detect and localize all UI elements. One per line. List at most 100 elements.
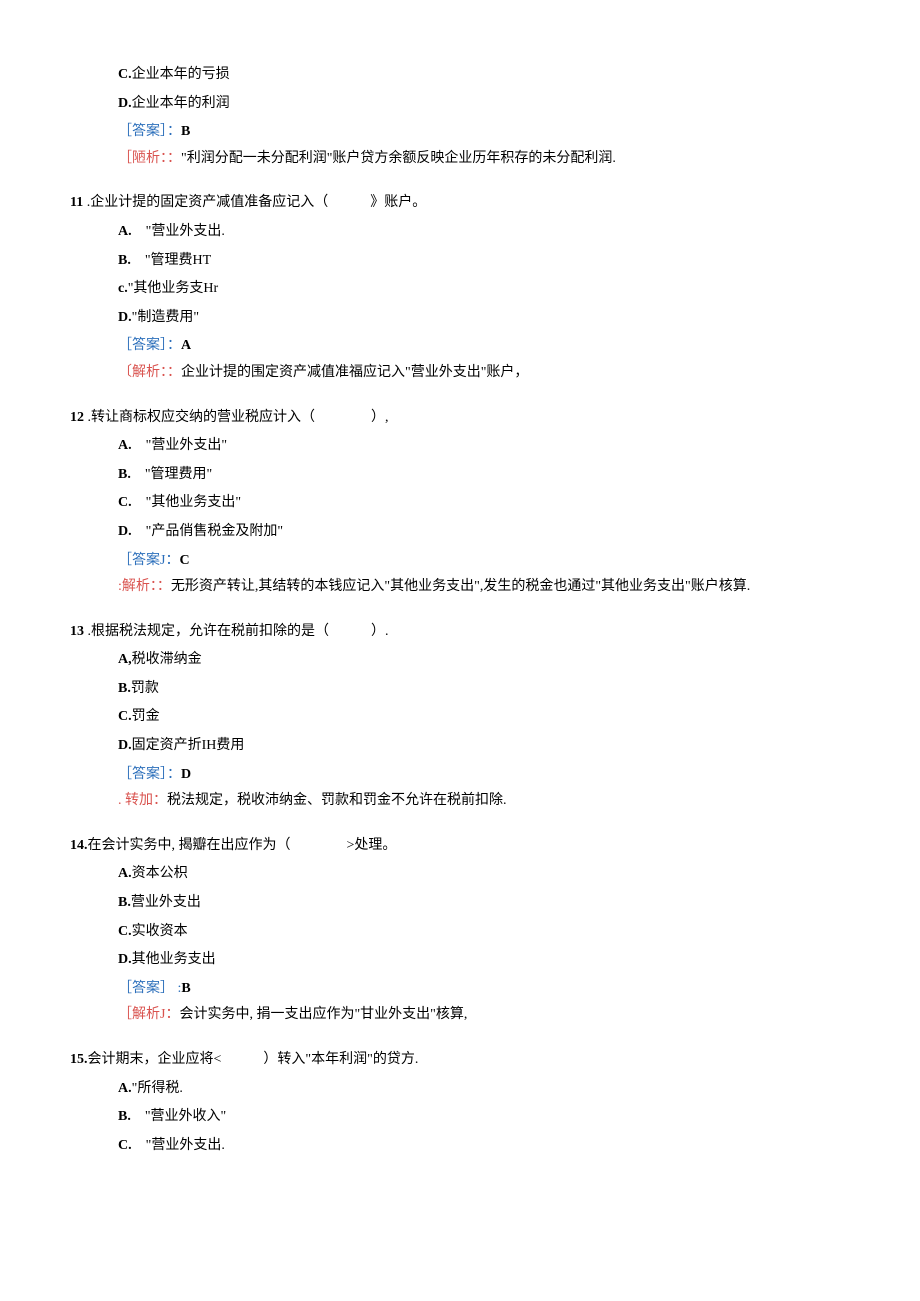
option-label: A. [118,866,132,881]
option-a: A.资本公枳 [118,861,850,888]
option-text: 企业本年的亏损 [132,67,230,82]
option-label: B. [118,1109,131,1124]
option-text: 固定资产折IH费用 [132,738,245,753]
question-11: 11 .企业计提的固定资产减值准备应记入（ 》账户。 A. "营业外支出. B.… [70,190,850,386]
option-label: A. [118,1081,132,1096]
option-list: A. "营业外支出. B. "管理费HT c."其他业务支Hr D."制造费用" [118,219,850,331]
analysis-line: 〔解析：：企业计提的围定资产减值准福应记入"营业外支出"账户， [118,360,850,387]
question-13: 13 .根据税法规定，允许在税前扣除的是（ ）. A,税收滞纳金 B.罚款 C.… [70,619,850,815]
option-a: A."所得税. [118,1076,850,1103]
analysis-text: 会计实务中, 捐一支出应作为"甘业外支出"核算, [179,1007,467,1022]
question-12: 12 .转让商标权应交纳的营业税应计入（ ）, A. "营业外支出" B. "管… [70,405,850,601]
option-label: A. [118,438,132,453]
option-label: B. [118,895,131,910]
analysis-text: 企业计提的围定资产减值准福应记入"营业外支出"账户， [181,365,528,380]
option-text: 资本公枳 [132,866,188,881]
option-text: 其他业务支出 [132,952,216,967]
option-text: "管理费用" [131,467,212,482]
option-c: C.实收资本 [118,919,850,946]
answer-value: C [179,553,189,568]
option-text: "营业外收入" [131,1109,226,1124]
option-label: C. [118,495,132,510]
option-text: 罚金 [132,709,160,724]
option-label: D. [118,96,132,111]
analysis-text: "利润分配一未分配利润"账户贷方余额反映企业历年积存的未分配利润. [181,151,616,166]
option-label: D. [118,952,132,967]
stem-text: .企业计提的固定资产减值准备应记入（ 》账户。 [83,195,426,210]
option-c: C.企业本年的亏损 [118,62,850,89]
analysis-label: . 转加： [118,793,167,808]
option-label: B. [118,681,131,696]
option-list: A,税收滞纳金 B.罚款 C.罚金 D.固定资产折IH费用 [118,647,850,759]
option-c: c."其他业务支Hr [118,276,850,303]
option-text: "制造费用" [132,310,199,325]
analysis-text: 无形资产转让,其结转的本钱应记入"其他业务支出",发生的税金也通过"其他业务支出… [171,579,750,594]
analysis-label: ［解析J： [118,1007,179,1022]
answer-value: A [181,338,191,353]
question-number: 11 [70,195,83,210]
question-stem: 13 .根据税法规定，允许在税前扣除的是（ ）. [70,619,850,646]
analysis-line: ［解析J：会计实务中, 捐一支出应作为"甘业外支出"核算, [118,1002,850,1029]
option-c: C. "其他业务支出" [118,490,850,517]
question-stem: 14.在会计实务中, 揭瓣在出应作为（ >处理。 [70,833,850,860]
option-text: "管理费HT [131,253,211,268]
answer-line: ［答案］ :B [118,976,850,1003]
option-label: D. [118,738,132,753]
option-d: D.企业本年的利润 [118,91,850,118]
option-c: C. "营业外支出. [118,1133,850,1160]
option-b: B.营业外支出 [118,890,850,917]
option-label: C. [118,924,132,939]
option-b: B. "营业外收入" [118,1104,850,1131]
option-list: A.资本公枳 B.营业外支出 C.实收资本 D.其他业务支出 [118,861,850,973]
option-text: "所得税. [132,1081,183,1096]
question-number: 14. [70,838,88,853]
question-15: 15.会计期末，企业应将< ）转入"本年利润"的贷方. A."所得税. B. "… [70,1047,850,1159]
option-text: "其他业务支Hr [128,281,219,296]
option-label: B. [118,253,131,268]
stem-text: 在会计实务中, 揭瓣在出应作为（ >处理。 [88,838,397,853]
answer-line: ［答案］：A [118,333,850,360]
option-a: A. "营业外支出" [118,433,850,460]
option-text: "营业外支出" [132,438,227,453]
option-label: B. [118,467,131,482]
answer-label: ［答案J： [118,553,179,568]
answer-line: ［答案］：D [118,762,850,789]
question-stem: 11 .企业计提的固定资产减值准备应记入（ 》账户。 [70,190,850,217]
option-b: B. "管理费HT [118,248,850,275]
option-label: D. [118,524,132,539]
answer-line: ［答案J：C [118,548,850,575]
option-a: A. "营业外支出. [118,219,850,246]
answer-label: ［答案］ : [118,981,181,996]
option-list: C.企业本年的亏损 D.企业本年的利润 [118,62,850,117]
stem-text: .根据税法规定，允许在税前扣除的是（ ）. [84,624,389,639]
option-label: C. [118,67,132,82]
answer-label: ［答案］： [118,124,181,139]
analysis-line: ［陋析：："利润分配一未分配利润"账户贷方余额反映企业历年积存的未分配利润. [118,146,850,173]
analysis-line: :解析：：无形资产转让,其结转的本钱应记入"其他业务支出",发生的税金也通过"其… [118,574,850,601]
question-number: 13 [70,624,84,639]
option-text: "营业外支出. [132,1138,225,1153]
option-label: C. [118,709,132,724]
option-d: D.其他业务支出 [118,947,850,974]
option-d: D."制造费用" [118,305,850,332]
option-text: "产品俏售税金及附加" [132,524,283,539]
analysis-line: . 转加：税法规定，税收沛纳金、罚款和罚金不允许在税前扣除. [118,788,850,815]
option-text: 企业本年的利润 [132,96,230,111]
option-text: 税收滞纳金 [132,652,202,667]
option-label: A, [118,652,132,667]
analysis-label: ［陋析：： [118,151,181,166]
option-label: C. [118,1138,132,1153]
option-list: A."所得税. B. "营业外收入" C. "营业外支出. [118,1076,850,1160]
option-b: B.罚款 [118,676,850,703]
answer-value: D [181,767,191,782]
option-d: D.固定资产折IH费用 [118,733,850,760]
option-b: B. "管理费用" [118,462,850,489]
answer-value: B [181,124,190,139]
question-number: 15. [70,1052,88,1067]
question-stem: 12 .转让商标权应交纳的营业税应计入（ ）, [70,405,850,432]
question-prefix: C.企业本年的亏损 D.企业本年的利润 ［答案］：B ［陋析：："利润分配一未分… [70,62,850,172]
option-text: 罚款 [131,681,159,696]
option-text: 营业外支出 [131,895,201,910]
option-label: D. [118,310,132,325]
answer-label: ［答案］： [118,338,181,353]
